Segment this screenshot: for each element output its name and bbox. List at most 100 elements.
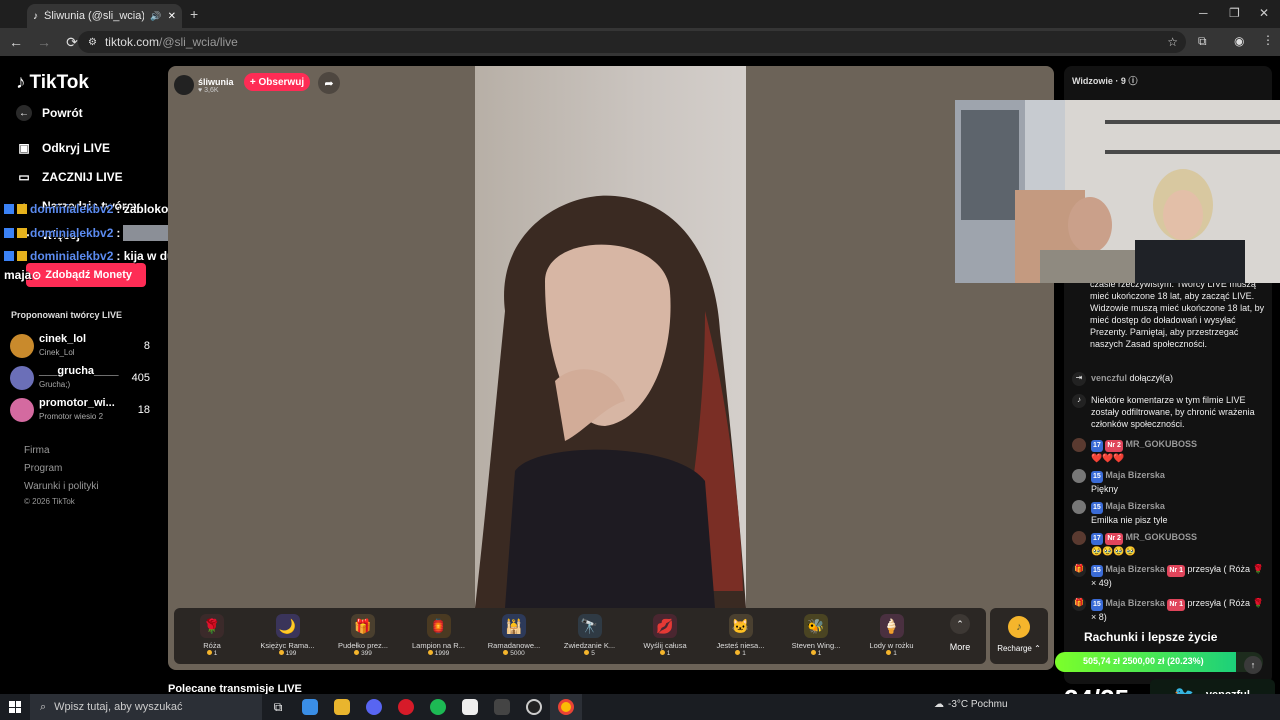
- chat-username[interactable]: Maja Bizerska: [1105, 598, 1165, 608]
- chat-username[interactable]: MR_GOKUBOSS: [1125, 439, 1197, 449]
- gift-icon: 🌹: [200, 614, 224, 638]
- rank-badge: Nr 2: [1105, 440, 1123, 452]
- browser-tab-strip: ♪ Śliwunia (@sli_wcia) prowad 🔊 ✕ + ─ ❐ …: [0, 0, 1280, 28]
- menu-icon[interactable]: ⋮: [1262, 33, 1274, 47]
- host-likes: 3,6K: [204, 86, 219, 94]
- avatar[interactable]: [1072, 531, 1086, 545]
- gift-name: Księżyc Rama...: [260, 641, 315, 650]
- video-frame: [475, 66, 746, 608]
- avatar: [10, 334, 34, 358]
- level-badge: 17: [1091, 533, 1103, 545]
- site-info-icon[interactable]: ⚙: [88, 37, 97, 48]
- goal-label: 505,74 zł 2500,00 zł (20.23%): [1083, 656, 1204, 666]
- weather-text: -3°C Pochmu: [948, 699, 1008, 710]
- live-video-player[interactable]: śliwunia ♥ 3,6K + Obserwuj ➦ 🍦 Lody w roż…: [168, 66, 1054, 670]
- avatar[interactable]: [1072, 500, 1086, 514]
- task-view-icon[interactable]: ⧉: [262, 694, 294, 720]
- arrow-up-icon[interactable]: ↑: [1244, 656, 1262, 674]
- spotify-icon[interactable]: [422, 694, 454, 720]
- chat-username[interactable]: MR_GOKUBOSS: [1125, 532, 1197, 542]
- discord-icon[interactable]: [358, 694, 390, 720]
- forward-icon[interactable]: →: [32, 34, 56, 50]
- gift-item[interactable]: 🐱 Jesteś niesa... 1: [707, 612, 775, 662]
- back-link[interactable]: ← Powrót: [16, 105, 83, 121]
- chat-text: Piękny: [1091, 484, 1119, 494]
- emote-image: [123, 225, 169, 241]
- overlay-message: :: [116, 226, 121, 240]
- overlay-chat-line: dominialekbv2 : kija w dupie: [4, 249, 192, 263]
- sidebar-item-start-live[interactable]: ▭ ZACZNIJ LIVE: [16, 169, 122, 185]
- gift-item[interactable]: 🕌 Ramadanowe... 5000: [480, 612, 548, 662]
- info-icon[interactable]: ⓘ: [1128, 76, 1137, 86]
- url-host: tiktok.com: [104, 35, 159, 49]
- back-icon[interactable]: ←: [4, 34, 28, 50]
- start-button[interactable]: [0, 701, 30, 713]
- footer-link-company[interactable]: Firma: [24, 445, 50, 456]
- window-close-icon[interactable]: ✕: [1259, 6, 1269, 20]
- gift-item[interactable]: 🐝 Steven Wing... 1: [782, 612, 850, 662]
- sidebar-item-label: Odkryj LIVE: [42, 141, 111, 155]
- chat-username[interactable]: Maja Bizerska: [1105, 501, 1165, 511]
- recharge-button[interactable]: ♪ Recharge ⌃: [990, 608, 1048, 664]
- tiktok-favicon-icon: ♪: [33, 10, 38, 22]
- rank-badge: Nr 1: [1167, 599, 1185, 611]
- creator-item[interactable]: promotor_wi... Promotor wiesio 2 18: [10, 396, 155, 424]
- minimize-icon[interactable]: ─: [1199, 6, 1208, 20]
- footer-link-terms[interactable]: Warunki i polityki: [24, 481, 99, 492]
- host-name: śliwunia: [198, 76, 234, 87]
- gift-item[interactable]: 🍦 Lody w rożku 1: [858, 612, 926, 662]
- footer-link-program[interactable]: Program: [24, 463, 62, 474]
- more-gifts-button[interactable]: ⌃ More: [942, 614, 978, 652]
- gift-item[interactable]: 🏮 Lampion na R... 1999: [405, 612, 473, 662]
- creator-item[interactable]: ___grucha____ Grucha;) 405: [10, 364, 155, 392]
- tab-close-icon[interactable]: ✕: [168, 11, 176, 22]
- creator-item[interactable]: cinek_lol Cinek_Lol 8: [10, 332, 155, 360]
- chat-username[interactable]: Maja Bizerska: [1105, 564, 1165, 574]
- extensions-icon[interactable]: ⧉: [1198, 34, 1207, 49]
- avatar[interactable]: [1072, 469, 1086, 483]
- arrow-left-icon: ←: [16, 105, 32, 121]
- sidebar-item-discover-live[interactable]: ▣ Odkryj LIVE: [16, 140, 110, 156]
- chat-username[interactable]: Maja Bizerska: [1105, 470, 1165, 480]
- follow-button[interactable]: + Obserwuj: [244, 73, 310, 91]
- chat-username[interactable]: venczful: [1091, 373, 1127, 383]
- twitch-badge-icon: [4, 204, 14, 214]
- gift-item[interactable]: 💋 Wyślij całusa 1: [631, 612, 699, 662]
- gift-item[interactable]: 🌹 Róża 1: [178, 612, 246, 662]
- rank-badge: Nr 1: [1167, 565, 1185, 577]
- taskbar-search-input[interactable]: ⌕ Wpisz tutaj, aby wyszukać: [30, 694, 262, 720]
- overlay-chat-line: dominialekbv2 :: [4, 225, 169, 241]
- tab-title: Śliwunia (@sli_wcia) prowad: [44, 10, 145, 22]
- gift-name: Steven Wing...: [791, 641, 841, 650]
- rank-badge: Nr 2: [1105, 533, 1123, 545]
- gift-item[interactable]: 🎁 Pudełko prez... 399: [329, 612, 397, 662]
- maximize-icon[interactable]: ❐: [1229, 6, 1240, 20]
- tiktok-note-icon: ♪: [16, 72, 26, 93]
- file-explorer-icon[interactable]: [326, 694, 358, 720]
- new-tab-icon[interactable]: +: [190, 6, 198, 22]
- avatar[interactable]: [1072, 438, 1086, 452]
- browser-tab[interactable]: ♪ Śliwunia (@sli_wcia) prowad 🔊 ✕: [27, 4, 182, 28]
- address-bar[interactable]: ⚙ tiktok.com/@sli_wcia/live ☆: [78, 31, 1186, 53]
- viewers-header[interactable]: Widzowie · 9 ⓘ: [1072, 74, 1137, 87]
- audio-icon[interactable]: 🔊: [150, 11, 161, 22]
- gift-price: 1: [178, 650, 246, 657]
- obs-icon[interactable]: [518, 694, 550, 720]
- overlay-username: dominialekbv2: [30, 249, 114, 263]
- app-icon[interactable]: [454, 694, 486, 720]
- profile-icon[interactable]: ◉: [1234, 34, 1244, 48]
- chat-text: Emilka nie pisz tyle: [1091, 515, 1168, 525]
- weather-widget[interactable]: ☁ -3°C Pochmu: [934, 699, 1008, 710]
- chrome-icon[interactable]: [550, 694, 582, 720]
- gift-icon: 🎁: [351, 614, 375, 638]
- opera-icon[interactable]: [390, 694, 422, 720]
- epic-games-icon[interactable]: [486, 694, 518, 720]
- store-icon[interactable]: [294, 694, 326, 720]
- gift-item[interactable]: 🔭 Zwiedzanie K... 5: [556, 612, 624, 662]
- bookmark-star-icon[interactable]: ☆: [1167, 35, 1178, 49]
- gift-item[interactable]: 🌙 Księżyc Rama... 199: [254, 612, 322, 662]
- gift-name: Wyślij całusa: [643, 641, 687, 650]
- host-avatar: [174, 75, 194, 95]
- share-icon[interactable]: ➦: [318, 72, 340, 94]
- tiktok-logo[interactable]: ♪ TikTok: [16, 72, 89, 94]
